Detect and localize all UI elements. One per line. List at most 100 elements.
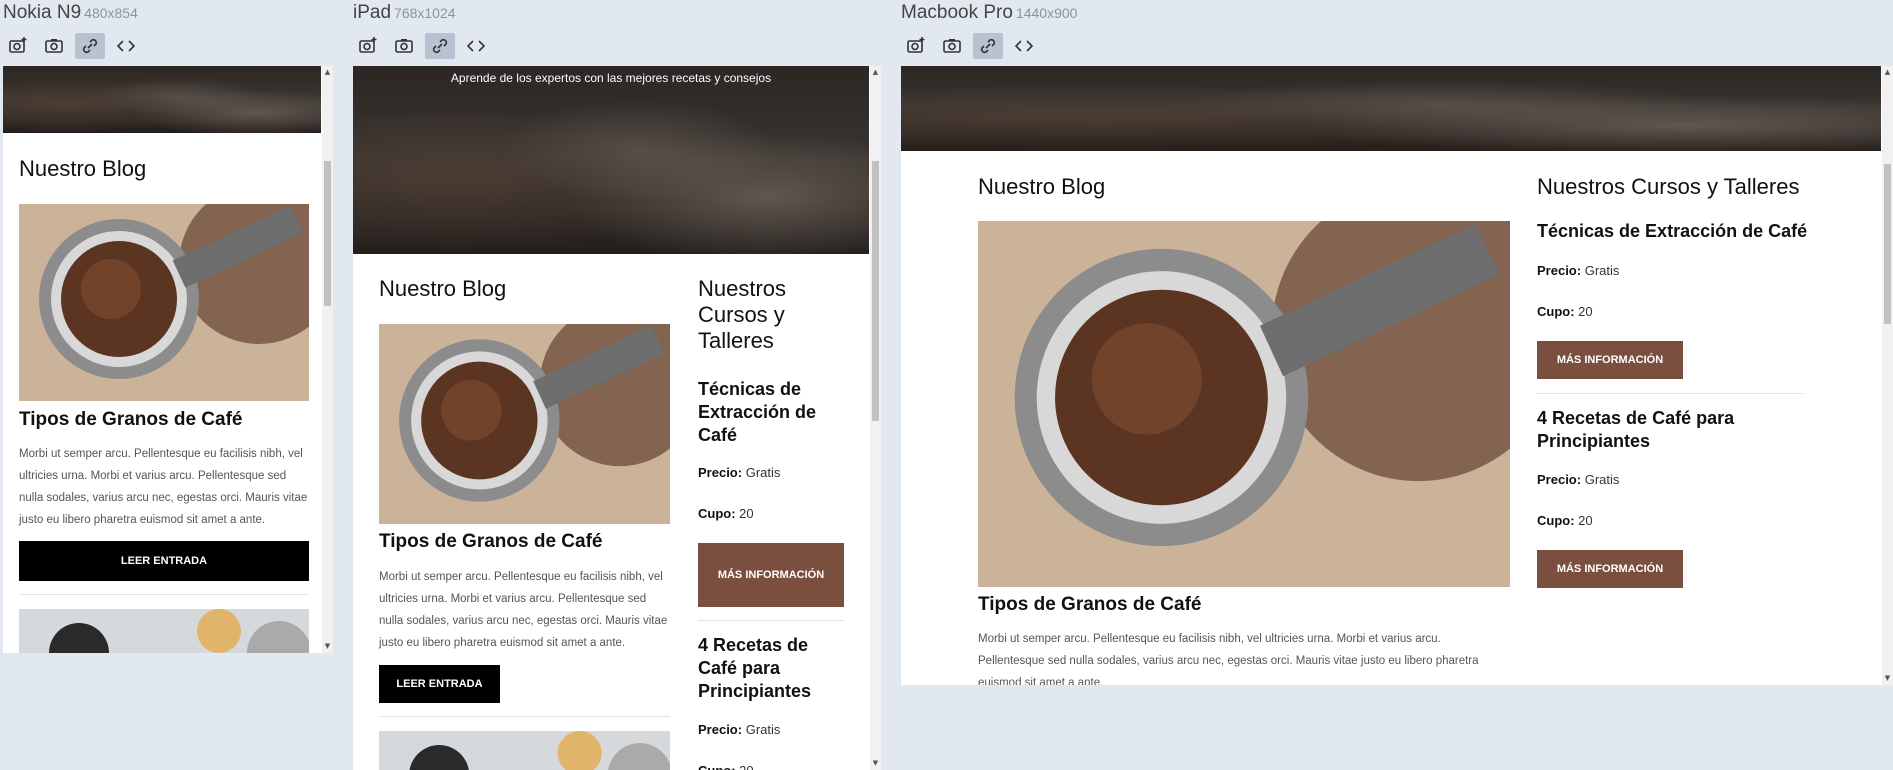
sync-link-button[interactable]	[425, 33, 455, 59]
camera-icon	[45, 39, 63, 53]
more-info-button[interactable]: Más Información	[1537, 550, 1683, 588]
post-excerpt: Morbi ut semper arcu. Pellentesque eu fa…	[978, 633, 1479, 685]
link-icon	[82, 38, 98, 54]
seats-label: Cupo:	[698, 506, 736, 521]
screenshot-button[interactable]	[39, 33, 69, 59]
scroll-thumb[interactable]	[324, 161, 331, 306]
hero-banner: Aprende de los expertos con las mejores …	[353, 66, 869, 254]
device-viewport[interactable]: Nuestro Blog Tipos de Granos de Café Mor…	[3, 66, 333, 653]
post-title: Tipos de Granos de Café	[978, 594, 1202, 615]
course-seats: Cupo: 20	[1537, 304, 1593, 319]
course-title: Técnicas de Extracción de Café	[698, 379, 817, 445]
seats-label: Cupo:	[698, 763, 736, 770]
link-icon	[432, 38, 448, 54]
seats-label: Cupo:	[1537, 513, 1575, 528]
scroll-down-arrow[interactable]: ▼	[1883, 674, 1892, 683]
blog-heading: Nuestro Blog	[379, 276, 507, 301]
post-image-2	[19, 609, 309, 653]
post-title: Tipos de Granos de Café	[19, 409, 243, 430]
scroll-up-arrow[interactable]: ▲	[1883, 68, 1892, 77]
divider	[379, 716, 670, 717]
device-size: 768x1024	[394, 5, 456, 21]
hero-tagline: Aprende de los expertos con las mejores …	[450, 71, 772, 85]
course-title: 4 Recetas de Café para Principiantes	[698, 635, 812, 701]
price-value: Gratis	[745, 722, 781, 737]
course-price: Precio: Gratis	[698, 722, 780, 737]
sync-link-button[interactable]	[75, 33, 105, 59]
course-seats: Cupo: 20	[698, 763, 754, 770]
code-button[interactable]	[111, 33, 141, 59]
course-seats: Cupo: 20	[698, 506, 754, 521]
device-viewport[interactable]: Aprende de los expertos con las mejores …	[353, 66, 881, 770]
post-image	[978, 221, 1510, 587]
hero-banner	[901, 66, 1881, 151]
course-price: Precio: Gratis	[1537, 472, 1619, 487]
post-excerpt: Morbi ut semper arcu. Pellentesque eu fa…	[379, 571, 668, 649]
read-post-button[interactable]: Leer Entrada	[379, 665, 500, 703]
seats-value: 20	[1578, 513, 1593, 528]
device-title: Macbook Pro 1440x900	[901, 2, 1077, 24]
device-name: Macbook Pro	[901, 2, 1013, 23]
device-viewport[interactable]: Nuestro Blog Tipos de Granos de Café Mor…	[901, 66, 1893, 685]
code-button[interactable]	[1009, 33, 1039, 59]
scroll-up-arrow[interactable]: ▲	[323, 68, 332, 77]
scroll-down-arrow[interactable]: ▼	[871, 759, 880, 768]
read-post-button[interactable]: Leer Entrada	[19, 541, 309, 581]
code-icon	[116, 40, 136, 52]
course-price: Precio: Gratis	[698, 465, 780, 480]
scrollbar[interactable]: ▲ ▼	[322, 66, 333, 653]
price-label: Precio:	[698, 722, 743, 737]
camera-plus-icon	[9, 37, 27, 53]
price-value: Gratis	[745, 465, 781, 480]
courses-heading: Nuestros Cursos y Talleres	[1537, 174, 1800, 199]
code-icon	[1014, 40, 1034, 52]
post-image	[379, 324, 670, 524]
seats-label: Cupo:	[1537, 304, 1575, 319]
screenshot-button[interactable]	[389, 33, 419, 59]
price-value: Gratis	[1584, 263, 1620, 278]
course-price: Precio: Gratis	[1537, 263, 1619, 278]
seats-value: 20	[1578, 304, 1593, 319]
post-image	[19, 204, 309, 401]
device-name: Nokia N9	[3, 2, 82, 23]
camera-icon	[395, 39, 413, 53]
blog-heading: Nuestro Blog	[19, 156, 147, 181]
price-label: Precio:	[1537, 263, 1582, 278]
scroll-thumb[interactable]	[1884, 164, 1891, 324]
screenshot-plus-button[interactable]	[3, 33, 33, 59]
seats-value: 20	[739, 506, 754, 521]
sync-link-button[interactable]	[973, 33, 1003, 59]
post-image-2	[379, 731, 670, 770]
seats-value: 20	[739, 763, 753, 770]
device-toolbar	[353, 33, 491, 59]
screenshot-button[interactable]	[937, 33, 967, 59]
hero-banner	[3, 66, 321, 133]
more-info-button[interactable]: Más Información	[1537, 341, 1683, 379]
divider	[19, 594, 309, 595]
link-icon	[980, 38, 996, 54]
divider	[1537, 393, 1803, 394]
courses-heading: Nuestros Cursos y Talleres	[698, 276, 787, 353]
device-name: iPad	[353, 2, 392, 23]
scrollbar[interactable]: ▲ ▼	[870, 66, 881, 770]
camera-icon	[943, 39, 961, 53]
screenshot-plus-button[interactable]	[901, 33, 931, 59]
course-title: Técnicas de Extracción de Café	[1537, 221, 1808, 241]
device-toolbar	[901, 33, 1039, 59]
code-icon	[466, 40, 486, 52]
device-size: 480x854	[84, 5, 138, 21]
device-title: Nokia N9 480x854	[3, 2, 138, 24]
scroll-down-arrow[interactable]: ▼	[323, 642, 332, 651]
divider	[698, 620, 844, 621]
price-label: Precio:	[698, 465, 743, 480]
course-seats: Cupo: 20	[1537, 513, 1593, 528]
camera-plus-icon	[359, 37, 377, 53]
more-info-button[interactable]: Más Información	[698, 543, 844, 607]
screenshot-plus-button[interactable]	[353, 33, 383, 59]
device-title: iPad 768x1024	[353, 2, 456, 24]
code-button[interactable]	[461, 33, 491, 59]
scroll-thumb[interactable]	[872, 161, 879, 421]
scroll-up-arrow[interactable]: ▲	[871, 68, 880, 77]
scrollbar[interactable]: ▲ ▼	[1882, 66, 1893, 685]
price-label: Precio:	[1537, 472, 1582, 487]
